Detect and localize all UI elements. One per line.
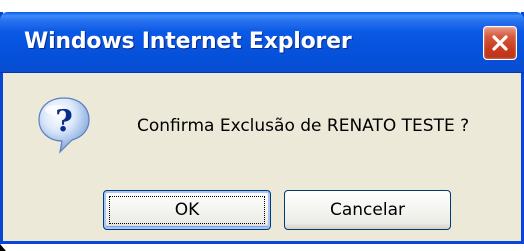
ok-button-label: OK	[174, 200, 200, 220]
screen: Windows Internet Explorer ? Confirma Exc…	[0, 0, 524, 251]
question-icon: ?	[38, 97, 90, 154]
svg-text:?: ?	[55, 104, 73, 139]
close-button[interactable]	[483, 26, 517, 60]
title-bar[interactable]: Windows Internet Explorer	[0, 12, 524, 73]
dialog-window: Windows Internet Explorer ? Confirma Exc…	[0, 12, 524, 244]
ok-button[interactable]: OK	[103, 190, 271, 230]
confirmation-message: Confirma Exclusão de RENATO TESTE ?	[137, 116, 470, 136]
cancel-button[interactable]: Cancelar	[284, 190, 451, 230]
window-title: Windows Internet Explorer	[24, 29, 352, 54]
cancel-button-label: Cancelar	[330, 200, 405, 220]
close-icon	[492, 35, 508, 51]
dialog-content: ? Confirma Exclusão de RENATO TESTE ? OK…	[3, 73, 521, 241]
cursor-fragment-icon	[0, 244, 6, 251]
